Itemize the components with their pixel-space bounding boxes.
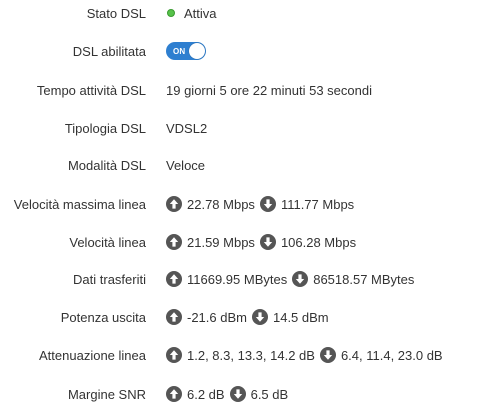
velocita-massima-down: 111.77 Mbps bbox=[280, 196, 355, 212]
potenza-uscita-down: 14.5 dBm bbox=[272, 309, 329, 325]
download-arrow-icon bbox=[251, 309, 268, 325]
dsl-enabled-toggle[interactable]: ON bbox=[166, 42, 206, 60]
download-arrow-icon bbox=[229, 386, 246, 402]
download-arrow-icon bbox=[292, 271, 309, 287]
row-velocita-massima: Velocità massima linea 22.78 Mbps 111.77… bbox=[0, 193, 482, 215]
margine-snr-label: Margine SNR bbox=[67, 386, 146, 402]
download-arrow-icon bbox=[259, 196, 276, 212]
row-tempo-attivita: Tempo attività DSL 19 giorni 5 ore 22 mi… bbox=[0, 79, 482, 101]
row-tipologia-dsl: Tipologia DSL VDSL2 bbox=[0, 117, 482, 139]
velocita-linea-up: 21.59 Mbps bbox=[187, 234, 255, 250]
row-velocita-linea: Velocità linea 21.59 Mbps 106.28 Mbps bbox=[0, 231, 482, 253]
download-arrow-icon bbox=[259, 234, 276, 250]
toggle-on-label: ON bbox=[173, 46, 186, 56]
tipologia-dsl-value: VDSL2 bbox=[166, 120, 208, 136]
modalita-dsl-value: Veloce bbox=[166, 157, 206, 173]
dsl-abilitata-label: DSL abilitata bbox=[72, 43, 146, 59]
upload-arrow-icon bbox=[166, 271, 182, 287]
green-dot-icon bbox=[167, 9, 175, 17]
stato-dsl-value: Attiva bbox=[166, 6, 217, 21]
tipologia-dsl-label: Tipologia DSL bbox=[64, 120, 146, 136]
attenuazione-linea-down: 6.4, 11.4, 23.0 dB bbox=[340, 347, 443, 363]
margine-snr-down: 6.5 dB bbox=[250, 386, 289, 402]
velocita-massima-up: 22.78 Mbps bbox=[187, 196, 255, 212]
modalita-dsl-label: Modalità DSL bbox=[67, 157, 146, 173]
row-attenuazione-linea: Attenuazione linea 1.2, 8.3, 13.3, 14.2 … bbox=[0, 344, 482, 366]
dati-trasferiti-up: 11669.95 MBytes bbox=[187, 271, 288, 287]
row-stato-dsl: Stato DSL Attiva bbox=[0, 2, 482, 24]
tempo-attivita-value: 19 giorni 5 ore 22 minuti 53 secondi bbox=[166, 82, 372, 98]
dati-trasferiti-down: 86518.57 MBytes bbox=[313, 271, 415, 287]
row-modalita-dsl: Modalità DSL Veloce bbox=[0, 154, 482, 176]
dati-trasferiti-label: Dati trasferiti bbox=[73, 271, 146, 287]
upload-arrow-icon bbox=[166, 386, 182, 402]
row-potenza-uscita: Potenza uscita -21.6 dBm 14.5 dBm bbox=[0, 306, 482, 328]
attenuazione-linea-label: Attenuazione linea bbox=[39, 347, 146, 363]
row-dsl-abilitata: DSL abilitata ON bbox=[0, 40, 482, 62]
download-arrow-icon bbox=[319, 347, 336, 363]
tempo-attivita-label: Tempo attività DSL bbox=[36, 82, 146, 98]
dsl-status-panel: Stato DSL Attiva DSL abilitata ON Tempo … bbox=[0, 0, 482, 411]
stato-dsl-text: Attiva bbox=[184, 5, 217, 21]
velocita-linea-down: 106.28 Mbps bbox=[280, 234, 357, 250]
row-dati-trasferiti: Dati trasferiti 11669.95 MBytes 86518.57… bbox=[0, 268, 482, 290]
margine-snr-up: 6.2 dB bbox=[187, 386, 225, 402]
potenza-uscita-up: -21.6 dBm bbox=[187, 309, 247, 325]
velocita-massima-label: Velocità massima linea bbox=[13, 196, 146, 212]
upload-arrow-icon bbox=[166, 309, 182, 325]
row-margine-snr: Margine SNR 6.2 dB 6.5 dB bbox=[0, 383, 482, 405]
attenuazione-linea-up: 1.2, 8.3, 13.3, 14.2 dB bbox=[187, 347, 315, 363]
potenza-uscita-label: Potenza uscita bbox=[60, 309, 146, 325]
velocita-linea-label: Velocità linea bbox=[69, 234, 146, 250]
upload-arrow-icon bbox=[166, 234, 182, 250]
stato-dsl-label: Stato DSL bbox=[86, 5, 146, 21]
toggle-knob bbox=[189, 43, 205, 59]
upload-arrow-icon bbox=[166, 347, 182, 363]
upload-arrow-icon bbox=[166, 196, 182, 212]
